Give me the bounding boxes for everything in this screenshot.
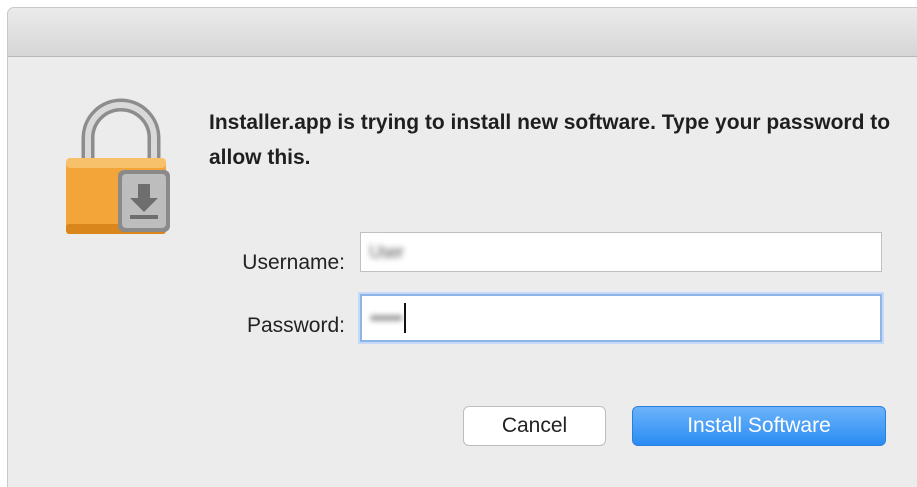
password-field[interactable]: •••••• xyxy=(360,294,882,342)
username-label: Username: xyxy=(242,251,345,274)
password-value: •••••• xyxy=(370,307,403,328)
cancel-button[interactable]: Cancel xyxy=(463,406,606,446)
install-software-button[interactable]: Install Software xyxy=(632,406,886,446)
dialog-message: Installer.app is trying to install new s… xyxy=(209,111,891,169)
dialog-titlebar xyxy=(8,8,917,57)
lock-with-download-icon xyxy=(66,98,176,238)
text-caret xyxy=(403,303,406,333)
username-field[interactable]: User xyxy=(360,232,882,272)
authentication-dialog: Installer.app is trying to install new s… xyxy=(8,8,917,487)
username-value: User xyxy=(369,241,404,262)
password-label: Password: xyxy=(246,314,345,337)
